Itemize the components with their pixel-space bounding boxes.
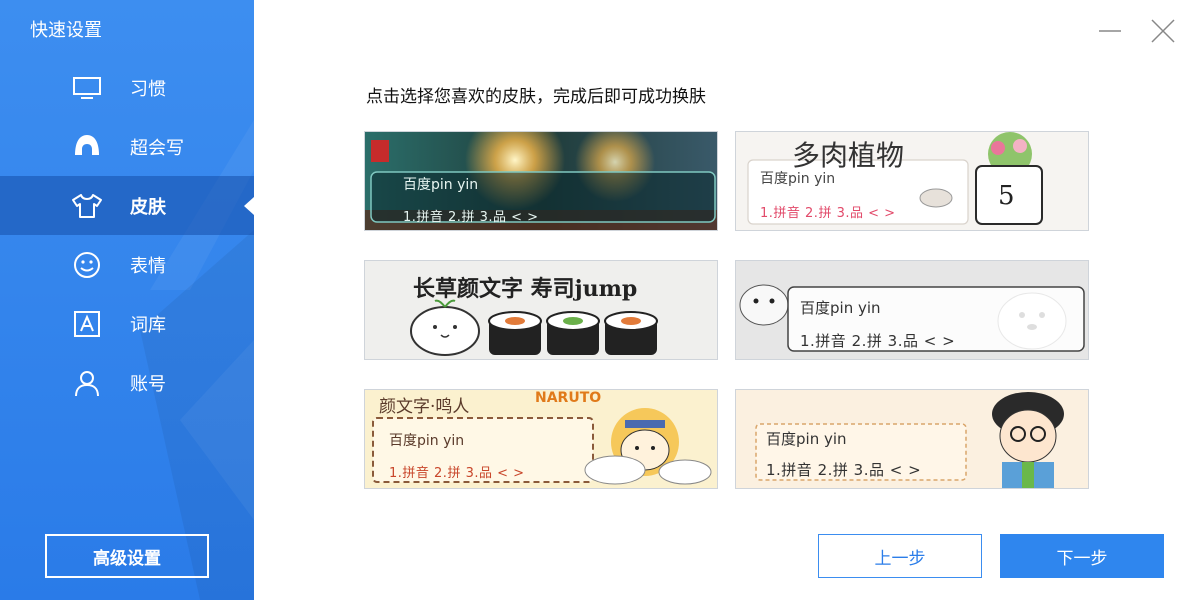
active-indicator <box>244 196 254 215</box>
candidate-box: 百度pin yin 1.拼音 2.拼 3.品 < > <box>800 297 955 351</box>
close-icon <box>1151 19 1175 43</box>
pen-icon <box>70 133 104 161</box>
candidate-row: 1.拼音 2.拼 3.品 < > <box>389 466 525 481</box>
sushi-rolls <box>488 311 658 355</box>
smiley-icon <box>70 251 104 279</box>
sidebar-item-skin[interactable]: 皮肤 <box>0 176 254 235</box>
skin-card-naruto[interactable]: 颜文字·鸣人 NARUTO 百度pin yin 1.拼音 2.拼 3.品 < > <box>364 389 718 489</box>
sidebar-item-label: 习惯 <box>130 78 166 100</box>
shirt-icon <box>70 192 104 220</box>
pinyin-preview: 百度pin yin <box>760 171 836 187</box>
candidate-row: 1.拼音 2.拼 3.品 < > <box>766 461 922 479</box>
skin-card-sushi[interactable]: 长草颜文字 寿司jump <box>364 260 718 360</box>
candidate-row: 1.拼音 2.拼 3.品 < > <box>403 210 539 225</box>
sidebar-item-label: 账号 <box>130 373 166 395</box>
skin-banner: 长草颜文字 寿司jump <box>413 276 638 302</box>
naruto-logo: NARUTO <box>535 390 602 406</box>
skin-card-sparkler[interactable]: 百度pin yin 1.拼音 2.拼 3.品 < > <box>364 131 718 231</box>
pinyin-preview: 百度pin yin <box>389 433 465 449</box>
next-step-button[interactable]: 下一步 <box>1000 534 1164 578</box>
close-button[interactable] <box>1150 18 1176 44</box>
sidebar-item-label: 表情 <box>130 255 166 277</box>
sidebar-item-lexicon[interactable]: 词库 <box>0 294 254 353</box>
candidate-row: 1.拼音 2.拼 3.品 < > <box>760 206 896 221</box>
sidebar-item-label: 超会写 <box>130 137 184 159</box>
sidebar-item-habits[interactable]: 习惯 <box>0 58 254 117</box>
sidebar: 快速设置 习惯 超会写 皮肤 表情 词库 账号 高级设置 <box>0 0 254 600</box>
candidate-box: 百度pin yin 1.拼音 2.拼 3.品 < > <box>766 428 921 480</box>
advanced-settings-button[interactable]: 高级设置 <box>45 534 209 578</box>
minimize-button[interactable] <box>1097 18 1123 44</box>
pinyin-preview: 百度pin yin <box>800 299 881 317</box>
candidate-box: 百度pin yin 1.拼音 2.拼 3.品 < > <box>760 168 896 221</box>
candidate-row: 1.拼音 2.拼 3.品 < > <box>800 332 956 350</box>
sidebar-item-label: 皮肤 <box>130 196 166 218</box>
previous-step-button[interactable]: 上一步 <box>818 534 982 578</box>
skin-card-succulent[interactable]: 5 多肉植物 百度pin yin 1.拼音 2.拼 3.品 < > <box>735 131 1089 231</box>
skin-banner: 颜文字·鸣人 <box>379 397 470 417</box>
skin-card-cartoon-boy[interactable]: 百度pin yin 1.拼音 2.拼 3.品 < > <box>735 389 1089 489</box>
letter-a-icon <box>70 310 104 338</box>
sidebar-nav: 习惯 超会写 皮肤 表情 词库 账号 <box>0 58 254 412</box>
user-icon <box>70 369 104 397</box>
monitor-icon <box>70 74 104 102</box>
mug-number: 5 <box>998 181 1015 211</box>
pinyin-preview: 百度pin yin <box>403 177 479 193</box>
sidebar-title: 快速设置 <box>30 20 102 41</box>
candidate-box: 百度pin yin 1.拼音 2.拼 3.品 < > <box>389 430 525 481</box>
sidebar-item-super-write[interactable]: 超会写 <box>0 117 254 176</box>
minimize-icon <box>1099 30 1121 32</box>
sidebar-item-account[interactable]: 账号 <box>0 353 254 412</box>
instruction-text: 点击选择您喜欢的皮肤，完成后即可成功换肤 <box>366 87 706 107</box>
sidebar-item-emoji[interactable]: 表情 <box>0 235 254 294</box>
pinyin-preview: 百度pin yin <box>766 430 847 448</box>
sidebar-item-label: 词库 <box>130 314 166 336</box>
skin-card-husky[interactable]: 百度pin yin 1.拼音 2.拼 3.品 < > <box>735 260 1089 360</box>
candidate-box: 百度pin yin 1.拼音 2.拼 3.品 < > <box>403 174 539 225</box>
